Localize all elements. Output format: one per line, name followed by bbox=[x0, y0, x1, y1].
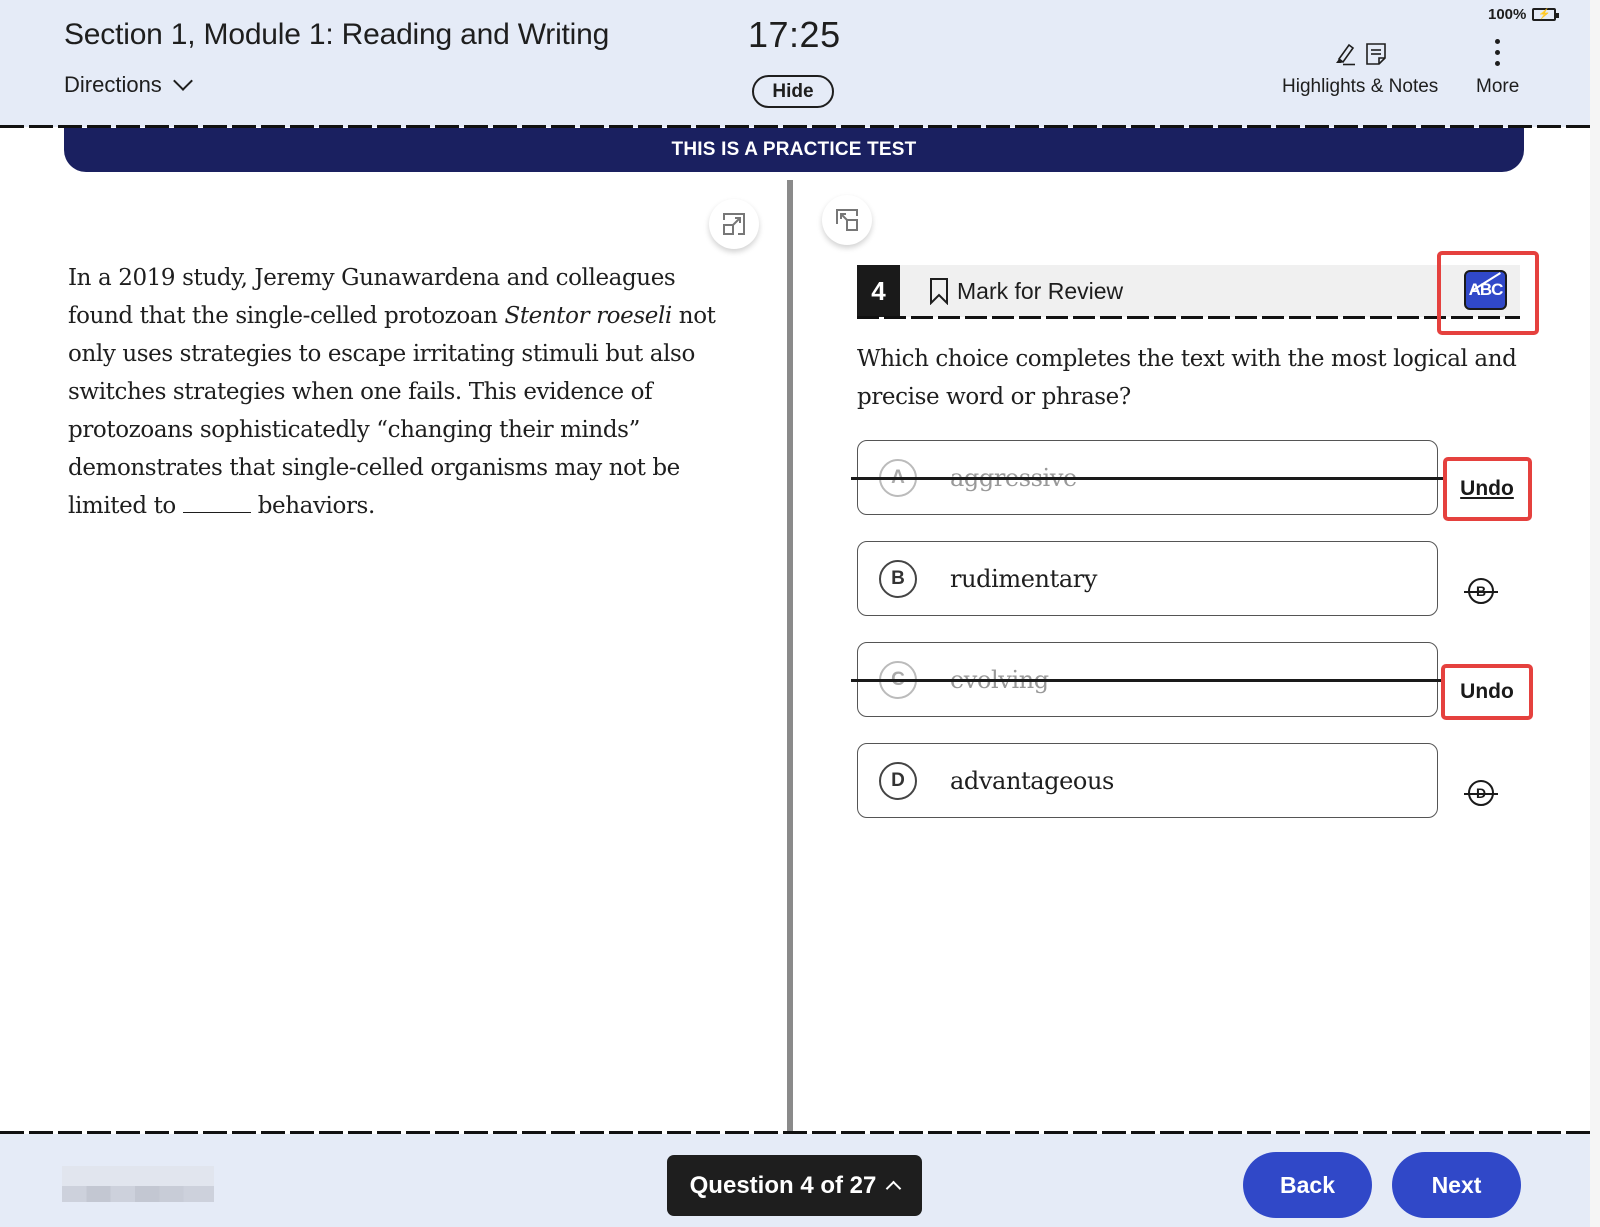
back-button[interactable]: Back bbox=[1243, 1152, 1372, 1218]
question-prompt: Which choice completes the text with the… bbox=[857, 346, 1517, 410]
eliminate-b-button[interactable]: B bbox=[1464, 574, 1498, 608]
more-vertical-icon bbox=[1495, 38, 1501, 66]
highlighter-icon bbox=[1336, 43, 1356, 66]
option-d[interactable]: D advantageous bbox=[857, 743, 1438, 818]
question-header: 4 Mark for Review bbox=[857, 265, 1520, 317]
passage-part-2: not only uses strategies to escape irrit… bbox=[68, 303, 716, 519]
directions-label: Directions bbox=[64, 72, 162, 97]
timer: 17:25 bbox=[748, 14, 841, 55]
highlight-box-eliminator bbox=[1437, 251, 1539, 335]
next-button[interactable]: Next bbox=[1392, 1152, 1521, 1218]
more-label: More bbox=[1476, 76, 1520, 97]
cross-out-d-icon: D bbox=[1464, 780, 1498, 806]
mark-for-review-toggle[interactable]: Mark for Review bbox=[929, 277, 1123, 305]
expand-icon bbox=[723, 213, 745, 235]
section-title: Section 1, Module 1: Reading and Writing bbox=[64, 18, 610, 51]
option-b[interactable]: B rudimentary bbox=[857, 541, 1438, 616]
battery-percent: 100% bbox=[1488, 6, 1527, 23]
option-text: rudimentary bbox=[950, 564, 1097, 593]
question-number: 4 bbox=[857, 265, 900, 317]
passage-species-name: Stentor roeseli bbox=[504, 303, 672, 329]
passage-text: In a 2019 study, Jeremy Gunawardena and … bbox=[68, 259, 718, 525]
eliminate-d-button[interactable]: D bbox=[1464, 776, 1498, 810]
highlight-box-undo-a bbox=[1443, 457, 1532, 521]
app-window: Section 1, Module 1: Reading and Writing… bbox=[0, 0, 1590, 1227]
notes-icon bbox=[1366, 43, 1386, 65]
hide-timer-button[interactable]: Hide bbox=[752, 75, 834, 108]
chevron-down-icon bbox=[172, 71, 193, 91]
directions-toggle[interactable]: Directions bbox=[64, 71, 193, 98]
option-c-strikethrough bbox=[851, 679, 1445, 682]
collapse-icon bbox=[836, 209, 858, 231]
student-name-redacted bbox=[62, 1166, 214, 1204]
banner-text: THIS IS A PRACTICE TEST bbox=[671, 139, 917, 160]
highlight-box-undo-c bbox=[1441, 664, 1533, 720]
option-letter: D bbox=[879, 761, 917, 800]
collapse-question-button[interactable] bbox=[822, 195, 872, 245]
mark-for-review-label: Mark for Review bbox=[957, 277, 1124, 304]
expand-passage-button[interactable] bbox=[709, 199, 759, 249]
highlights-notes-button[interactable]: Highlights & Notes bbox=[1282, 38, 1438, 98]
option-letter: B bbox=[879, 559, 917, 598]
passage-part-3: behaviors. bbox=[250, 493, 376, 519]
question-navigator-button[interactable]: Question 4 of 27 bbox=[667, 1155, 922, 1216]
cross-out-b-icon: B bbox=[1464, 578, 1498, 604]
option-text: advantageous bbox=[950, 766, 1114, 795]
practice-test-banner: THIS IS A PRACTICE TEST bbox=[64, 128, 1524, 172]
question-nav-label: Question 4 of 27 bbox=[689, 1171, 877, 1199]
option-a-strikethrough bbox=[851, 477, 1445, 480]
chevron-up-icon bbox=[886, 1180, 902, 1197]
status-bar: 100% ⚡ bbox=[1488, 6, 1560, 23]
pane-resize-handle[interactable] bbox=[787, 180, 793, 1132]
passage-blank bbox=[182, 491, 251, 513]
bookmark-icon bbox=[930, 278, 948, 305]
battery-icon: ⚡ bbox=[1532, 8, 1560, 21]
question-header-divider bbox=[857, 316, 1520, 319]
highlights-notes-label: Highlights & Notes bbox=[1282, 76, 1439, 97]
header-bar: Section 1, Module 1: Reading and Writing… bbox=[0, 0, 1590, 127]
more-button[interactable]: More bbox=[1476, 38, 1519, 98]
